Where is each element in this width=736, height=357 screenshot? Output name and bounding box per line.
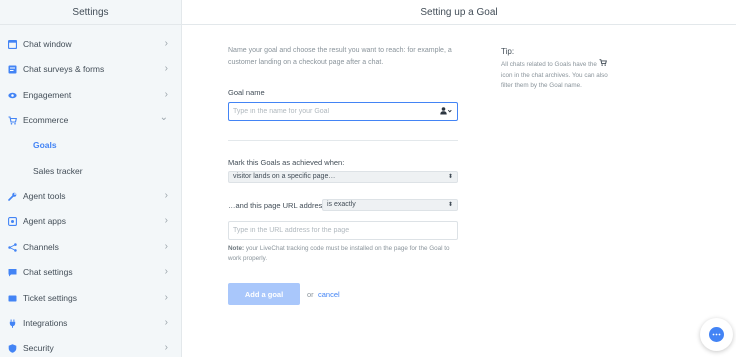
sidebar-item-engagement[interactable]: Engagement › (0, 85, 181, 105)
window-icon (8, 39, 17, 49)
sidebar-item-chat-window[interactable]: Chat window › (0, 34, 181, 54)
page-title: Setting up a Goal (182, 0, 736, 25)
settings-sidebar: Settings Chat window › Chat surveys & fo… (0, 0, 182, 357)
url-field[interactable] (228, 221, 458, 240)
shield-icon (8, 343, 17, 353)
url-match-select[interactable]: is exactly ⬍ (322, 199, 458, 211)
add-goal-button[interactable]: Add a goal (228, 283, 300, 305)
ticket-icon (8, 294, 17, 303)
url-input[interactable] (233, 224, 453, 237)
sidebar-item-label: Chat settings (23, 267, 73, 277)
plug-icon (8, 319, 17, 328)
chevron-right-icon: › (164, 342, 168, 353)
chevron-right-icon: › (164, 266, 168, 277)
cancel-link[interactable]: cancel (318, 290, 340, 299)
chat-bubble-icon (709, 327, 724, 342)
tip-text-before: All chats related to Goals have the (501, 61, 597, 68)
note-label: Note: (228, 245, 245, 252)
eye-icon (8, 91, 17, 100)
goal-name-label: Goal name (228, 88, 265, 97)
or-text: or (307, 290, 314, 299)
select-arrows-icon: ⬍ (447, 202, 453, 208)
sidebar-subitem-goals[interactable]: Goals (33, 140, 57, 150)
chat-icon (8, 268, 17, 277)
chevron-right-icon: › (164, 63, 168, 74)
tip-text: All chats related to Goals have the icon… (501, 59, 613, 92)
sidebar-subitem-sales-tracker[interactable]: Sales tracker (33, 166, 83, 176)
goal-cart-icon (599, 59, 607, 68)
chevron-right-icon: › (164, 241, 168, 252)
apps-icon (8, 216, 17, 226)
sidebar-title: Settings (0, 0, 181, 25)
tip-title: Tip: (501, 47, 515, 56)
sidebar-item-agent-tools[interactable]: Agent tools › (0, 186, 181, 206)
sidebar-item-label: Ecommerce (23, 115, 69, 125)
achieved-label: Mark this Goals as achieved when: (228, 158, 345, 167)
share-icon (8, 242, 17, 252)
wrench-icon (8, 192, 17, 201)
chevron-right-icon: › (164, 317, 168, 328)
chevron-right-icon: › (164, 215, 168, 226)
url-match-value: is exactly (327, 201, 356, 208)
achieved-condition-value: visitor lands on a specific page… (233, 173, 336, 180)
sidebar-item-channels[interactable]: Channels › (0, 237, 181, 257)
section-divider (228, 140, 458, 141)
sidebar-item-ecommerce[interactable]: Ecommerce ⌄ (0, 110, 181, 130)
sidebar-item-agent-apps[interactable]: Agent apps › (0, 211, 181, 231)
sidebar-item-chat-surveys[interactable]: Chat surveys & forms › (0, 59, 181, 79)
chevron-right-icon: › (164, 190, 168, 201)
cart-icon (8, 115, 17, 125)
sidebar-item-label: Agent tools (23, 191, 66, 201)
sidebar-item-label: Integrations (23, 318, 68, 328)
goal-name-input[interactable] (233, 105, 433, 118)
form-icon (8, 65, 17, 74)
goal-name-field[interactable] (228, 102, 458, 121)
chevron-right-icon: › (164, 38, 168, 49)
chevron-right-icon: › (164, 89, 168, 100)
sidebar-item-label: Security (23, 343, 54, 353)
chat-widget-button[interactable] (700, 318, 733, 351)
sidebar-item-label: Engagement (23, 90, 72, 100)
url-label: …and this page URL address (228, 201, 327, 210)
sidebar-item-label: Channels (23, 242, 59, 252)
sidebar-item-label: Agent apps (23, 216, 67, 226)
chevron-down-icon: ⌄ (159, 112, 168, 123)
sidebar-item-security[interactable]: Security › (0, 338, 181, 357)
sidebar-item-integrations[interactable]: Integrations › (0, 313, 181, 333)
sidebar-item-label: Ticket settings (23, 293, 78, 303)
chevron-right-icon: › (164, 292, 168, 303)
sidebar-item-label: Chat window (23, 39, 72, 49)
achieved-condition-select[interactable]: visitor lands on a specific page… ⬍ (228, 171, 458, 183)
select-arrows-icon: ⬍ (447, 174, 453, 180)
sidebar-item-chat-settings[interactable]: Chat settings › (0, 262, 181, 282)
note-text: your LiveChat tracking code must be inst… (228, 245, 450, 262)
tracking-note: Note: your LiveChat tracking code must b… (228, 244, 460, 263)
tip-text-after: icon in the chat archives. You can also … (501, 71, 608, 90)
intro-text: Name your goal and choose the result you… (228, 47, 452, 66)
sidebar-item-label: Chat surveys & forms (23, 64, 105, 74)
user-dropdown-icon[interactable] (440, 107, 452, 115)
sidebar-item-ticket-settings[interactable]: Ticket settings › (0, 288, 181, 308)
